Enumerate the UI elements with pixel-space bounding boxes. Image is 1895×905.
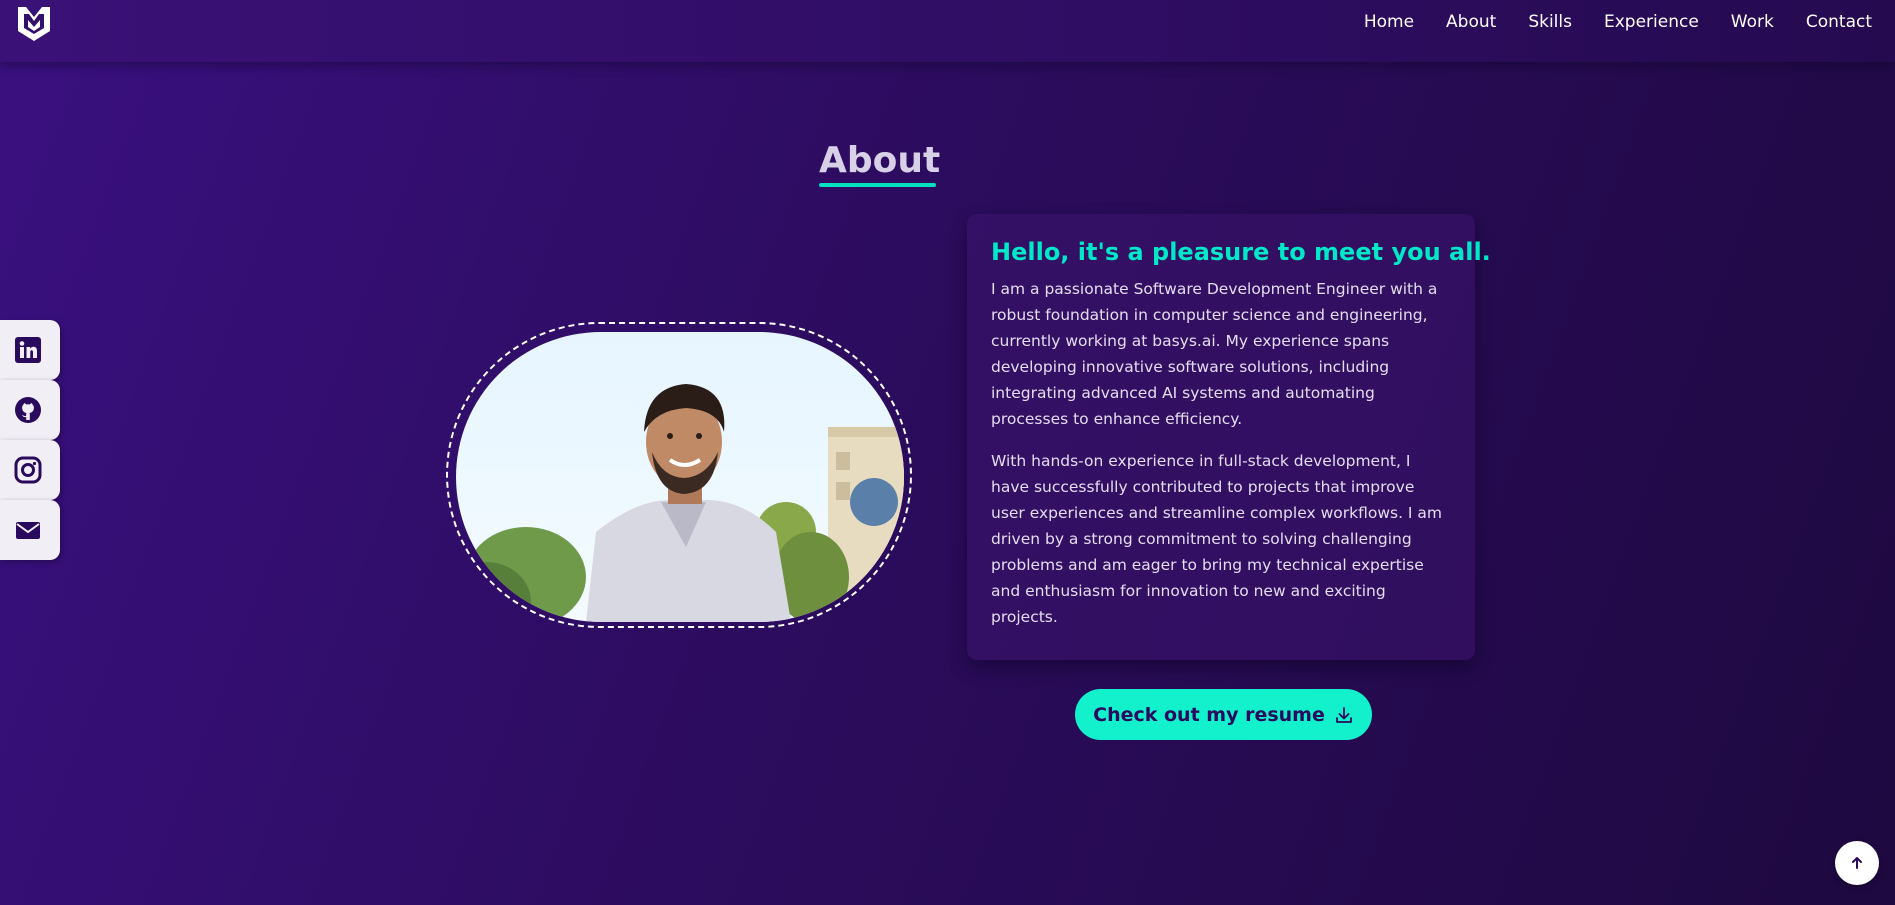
nav-link-experience[interactable]: Experience <box>1604 12 1699 32</box>
title-underline <box>819 183 936 187</box>
arrow-up-icon <box>1852 857 1862 869</box>
download-icon <box>1335 706 1352 723</box>
social-sidebar <box>0 320 60 560</box>
portrait-photo <box>456 332 904 622</box>
logo-icon[interactable] <box>14 3 54 43</box>
top-navbar: Home About Skills Experience Work Contac… <box>0 0 1895 62</box>
linkedin-icon <box>14 337 41 363</box>
instagram-link[interactable] <box>0 440 60 500</box>
mail-link[interactable] <box>0 500 60 560</box>
about-paragraph-1: I am a passionate Software Development E… <box>991 280 1438 428</box>
linkedin-link[interactable] <box>0 320 60 380</box>
resume-button[interactable]: Check out my resume <box>1075 689 1372 740</box>
github-icon <box>14 397 41 423</box>
nav-link-skills[interactable]: Skills <box>1528 12 1572 32</box>
nav-link-work[interactable]: Work <box>1731 12 1774 32</box>
github-link[interactable] <box>0 380 60 440</box>
nav-link-home[interactable]: Home <box>1364 12 1414 32</box>
section-title: About <box>819 140 941 181</box>
nav-links: Home About Skills Experience Work Contac… <box>1332 12 1872 32</box>
about-heading: Hello, it's a pleasure to meet you all. <box>991 238 1491 266</box>
mail-icon <box>15 522 40 539</box>
nav-link-about[interactable]: About <box>1446 12 1496 32</box>
instagram-icon <box>14 456 41 484</box>
about-text-card: Hello, it's a pleasure to meet you all. … <box>967 214 1491 660</box>
resume-button-label: Check out my resume <box>1093 703 1325 726</box>
scroll-to-top-button[interactable] <box>1835 841 1879 885</box>
about-paragraph-2: With hands-on experience in full-stack d… <box>991 452 1443 626</box>
nav-link-contact[interactable]: Contact <box>1806 12 1872 32</box>
